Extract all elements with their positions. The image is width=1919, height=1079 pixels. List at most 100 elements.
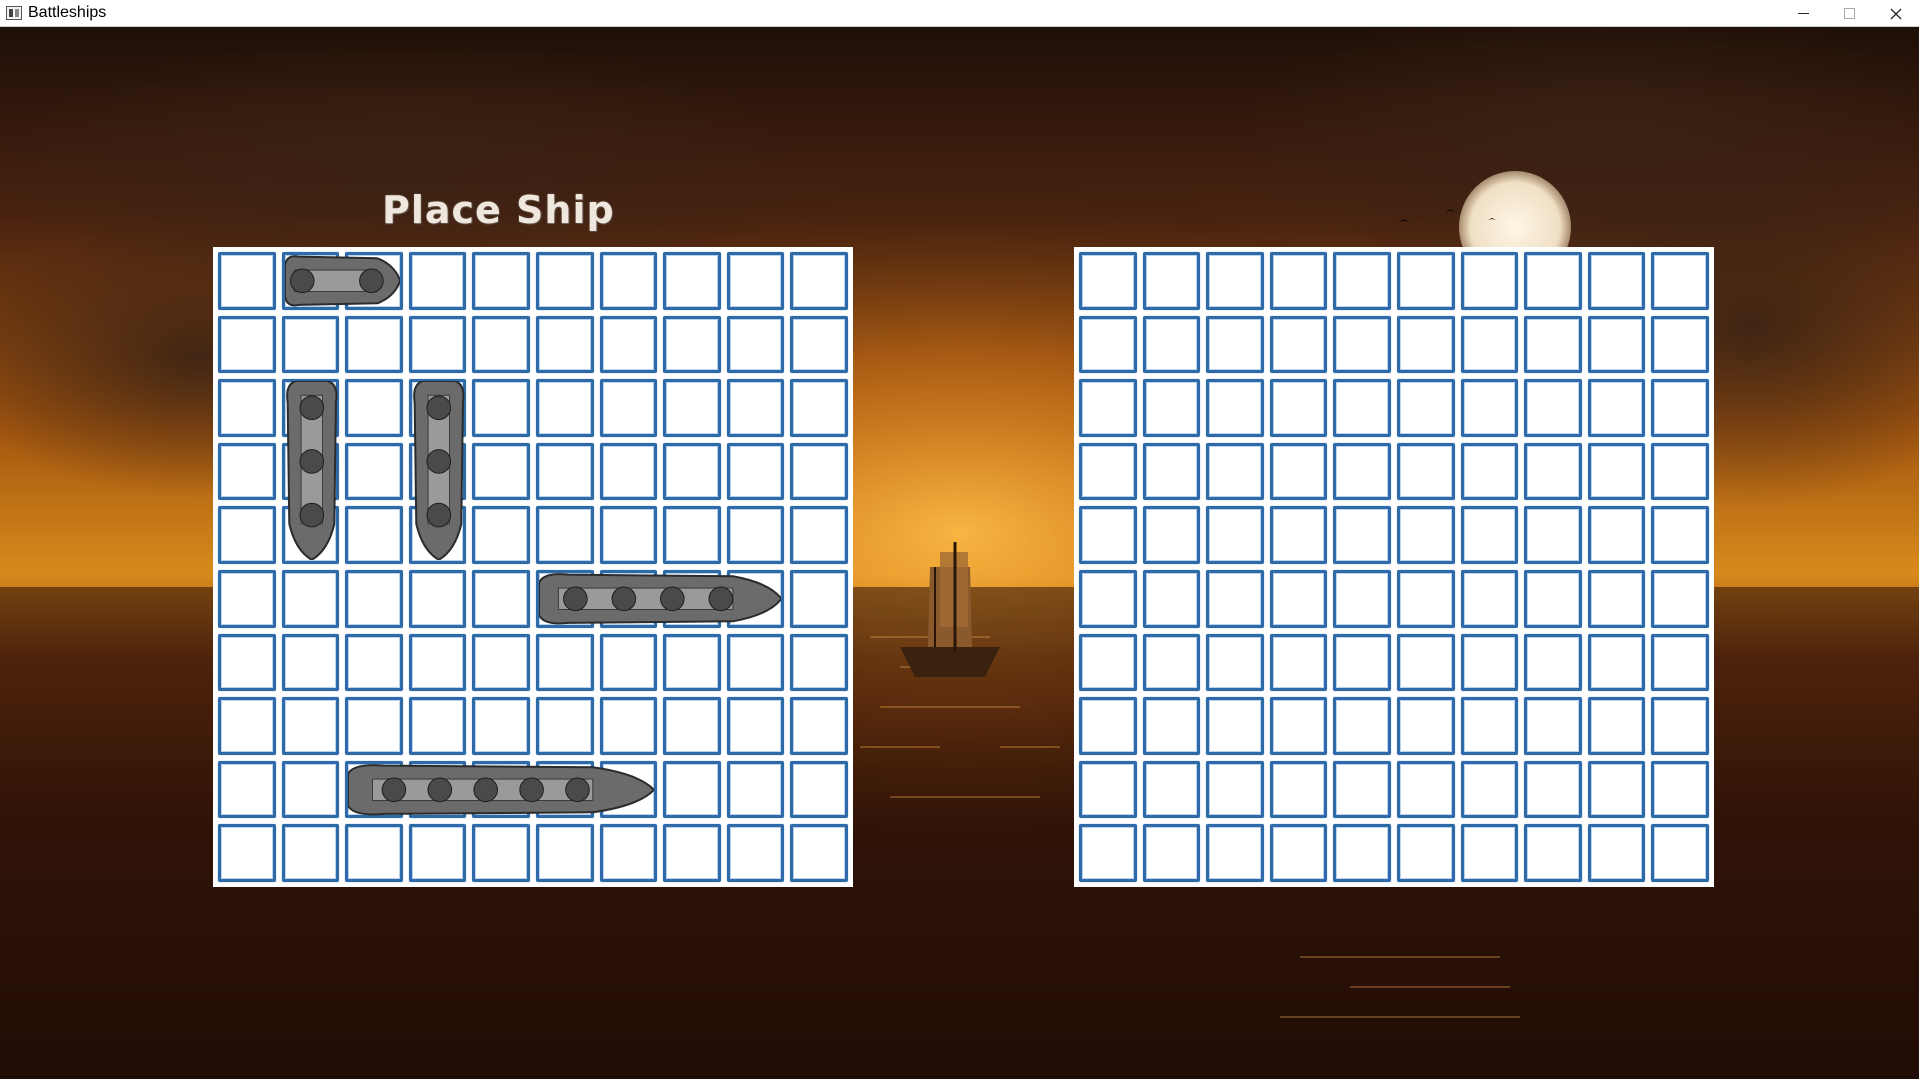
enemy-board-cell[interactable] <box>1460 315 1519 374</box>
player-board-cell[interactable] <box>218 569 276 628</box>
enemy-board-cell[interactable] <box>1142 379 1201 437</box>
player-board-cell[interactable] <box>599 379 658 437</box>
enemy-board-cell[interactable] <box>1460 506 1519 564</box>
enemy-board-cell[interactable] <box>1142 824 1201 882</box>
player-board-cell[interactable] <box>472 569 530 628</box>
enemy-board-cell[interactable] <box>1333 824 1391 882</box>
player-board-cell[interactable] <box>535 252 594 310</box>
player-board-cell[interactable] <box>408 633 467 692</box>
enemy-board-cell[interactable] <box>1587 824 1646 882</box>
player-board-cell[interactable] <box>726 379 785 437</box>
player-board-cell[interactable] <box>726 633 785 692</box>
maximize-button[interactable] <box>1826 0 1872 27</box>
enemy-board-cell[interactable] <box>1460 760 1519 819</box>
player-board-cell[interactable] <box>790 379 848 437</box>
player-board-cell[interactable] <box>281 315 340 374</box>
enemy-board-cell[interactable] <box>1587 697 1646 755</box>
player-board-cell[interactable] <box>345 506 403 564</box>
player-board-cell[interactable] <box>218 633 276 692</box>
player-board-cell[interactable] <box>599 506 658 564</box>
enemy-board-cell[interactable] <box>1269 824 1328 882</box>
enemy-board-cell[interactable] <box>1396 442 1455 501</box>
enemy-board-cell[interactable] <box>1079 569 1137 628</box>
enemy-board-cell[interactable] <box>1651 506 1709 564</box>
enemy-board-cell[interactable] <box>1333 379 1391 437</box>
player-board-cell[interactable] <box>599 315 658 374</box>
enemy-board-cell[interactable] <box>1142 252 1201 310</box>
ship-destroyer[interactable] <box>285 381 339 560</box>
player-board-cell[interactable] <box>663 442 721 501</box>
enemy-board-cell[interactable] <box>1587 379 1646 437</box>
player-board-cell[interactable] <box>726 506 785 564</box>
player-board-cell[interactable] <box>218 824 276 882</box>
enemy-board-cell[interactable] <box>1206 760 1264 819</box>
player-board-cell[interactable] <box>218 506 276 564</box>
player-board-cell[interactable] <box>408 697 467 755</box>
enemy-board-cell[interactable] <box>1524 760 1582 819</box>
enemy-board-cell[interactable] <box>1269 442 1328 501</box>
player-board-cell[interactable] <box>218 442 276 501</box>
player-board-cell[interactable] <box>535 315 594 374</box>
player-board-cell[interactable] <box>472 697 530 755</box>
enemy-board-cell[interactable] <box>1460 569 1519 628</box>
player-board-cell[interactable] <box>408 252 467 310</box>
enemy-board-cell[interactable] <box>1651 379 1709 437</box>
player-board-cell[interactable] <box>281 569 340 628</box>
enemy-board-cell[interactable] <box>1333 506 1391 564</box>
player-board-cell[interactable] <box>790 442 848 501</box>
enemy-board-cell[interactable] <box>1524 506 1582 564</box>
enemy-board-cell[interactable] <box>1079 697 1137 755</box>
player-board-cell[interactable] <box>663 633 721 692</box>
enemy-board-cell[interactable] <box>1333 252 1391 310</box>
player-board-cell[interactable] <box>726 442 785 501</box>
player-board-cell[interactable] <box>345 633 403 692</box>
player-board-cell[interactable] <box>218 252 276 310</box>
enemy-board-cell[interactable] <box>1651 697 1709 755</box>
player-board-cell[interactable] <box>726 697 785 755</box>
player-board-cell[interactable] <box>726 252 785 310</box>
enemy-board-cell[interactable] <box>1269 379 1328 437</box>
player-board-cell[interactable] <box>472 442 530 501</box>
enemy-board-cell[interactable] <box>1587 315 1646 374</box>
player-board-cell[interactable] <box>218 697 276 755</box>
player-board-cell[interactable] <box>599 697 658 755</box>
enemy-board-cell[interactable] <box>1079 760 1137 819</box>
enemy-board-cell[interactable] <box>1142 697 1201 755</box>
player-board-cell[interactable] <box>218 760 276 819</box>
enemy-board-cell[interactable] <box>1587 506 1646 564</box>
player-board-cell[interactable] <box>663 379 721 437</box>
player-board-cell[interactable] <box>599 824 658 882</box>
player-board-cell[interactable] <box>599 633 658 692</box>
enemy-board-cell[interactable] <box>1651 633 1709 692</box>
player-board-cell[interactable] <box>345 315 403 374</box>
enemy-board-cell[interactable] <box>1651 824 1709 882</box>
enemy-board-cell[interactable] <box>1524 252 1582 310</box>
enemy-board-cell[interactable] <box>1396 760 1455 819</box>
player-board-cell[interactable] <box>281 697 340 755</box>
enemy-board-cell[interactable] <box>1206 379 1264 437</box>
enemy-board-cell[interactable] <box>1396 506 1455 564</box>
enemy-board-cell[interactable] <box>1079 252 1137 310</box>
enemy-board-cell[interactable] <box>1524 569 1582 628</box>
enemy-board-cell[interactable] <box>1460 633 1519 692</box>
enemy-board-cell[interactable] <box>1333 697 1391 755</box>
player-board-cell[interactable] <box>472 252 530 310</box>
enemy-board-cell[interactable] <box>1333 315 1391 374</box>
enemy-board-cell[interactable] <box>1651 569 1709 628</box>
player-board-cell[interactable] <box>408 569 467 628</box>
player-board-cell[interactable] <box>599 442 658 501</box>
player-board-cell[interactable] <box>472 824 530 882</box>
enemy-board-cell[interactable] <box>1269 315 1328 374</box>
player-board-cell[interactable] <box>726 760 785 819</box>
enemy-board-cell[interactable] <box>1142 633 1201 692</box>
enemy-board-cell[interactable] <box>1460 442 1519 501</box>
player-board-cell[interactable] <box>790 633 848 692</box>
enemy-board-cell[interactable] <box>1396 569 1455 628</box>
enemy-board-cell[interactable] <box>1460 697 1519 755</box>
enemy-board-cell[interactable] <box>1269 569 1328 628</box>
enemy-board-cell[interactable] <box>1460 379 1519 437</box>
enemy-board-cell[interactable] <box>1333 760 1391 819</box>
player-board-cell[interactable] <box>408 315 467 374</box>
player-board-cell[interactable] <box>472 315 530 374</box>
enemy-board-cell[interactable] <box>1269 506 1328 564</box>
